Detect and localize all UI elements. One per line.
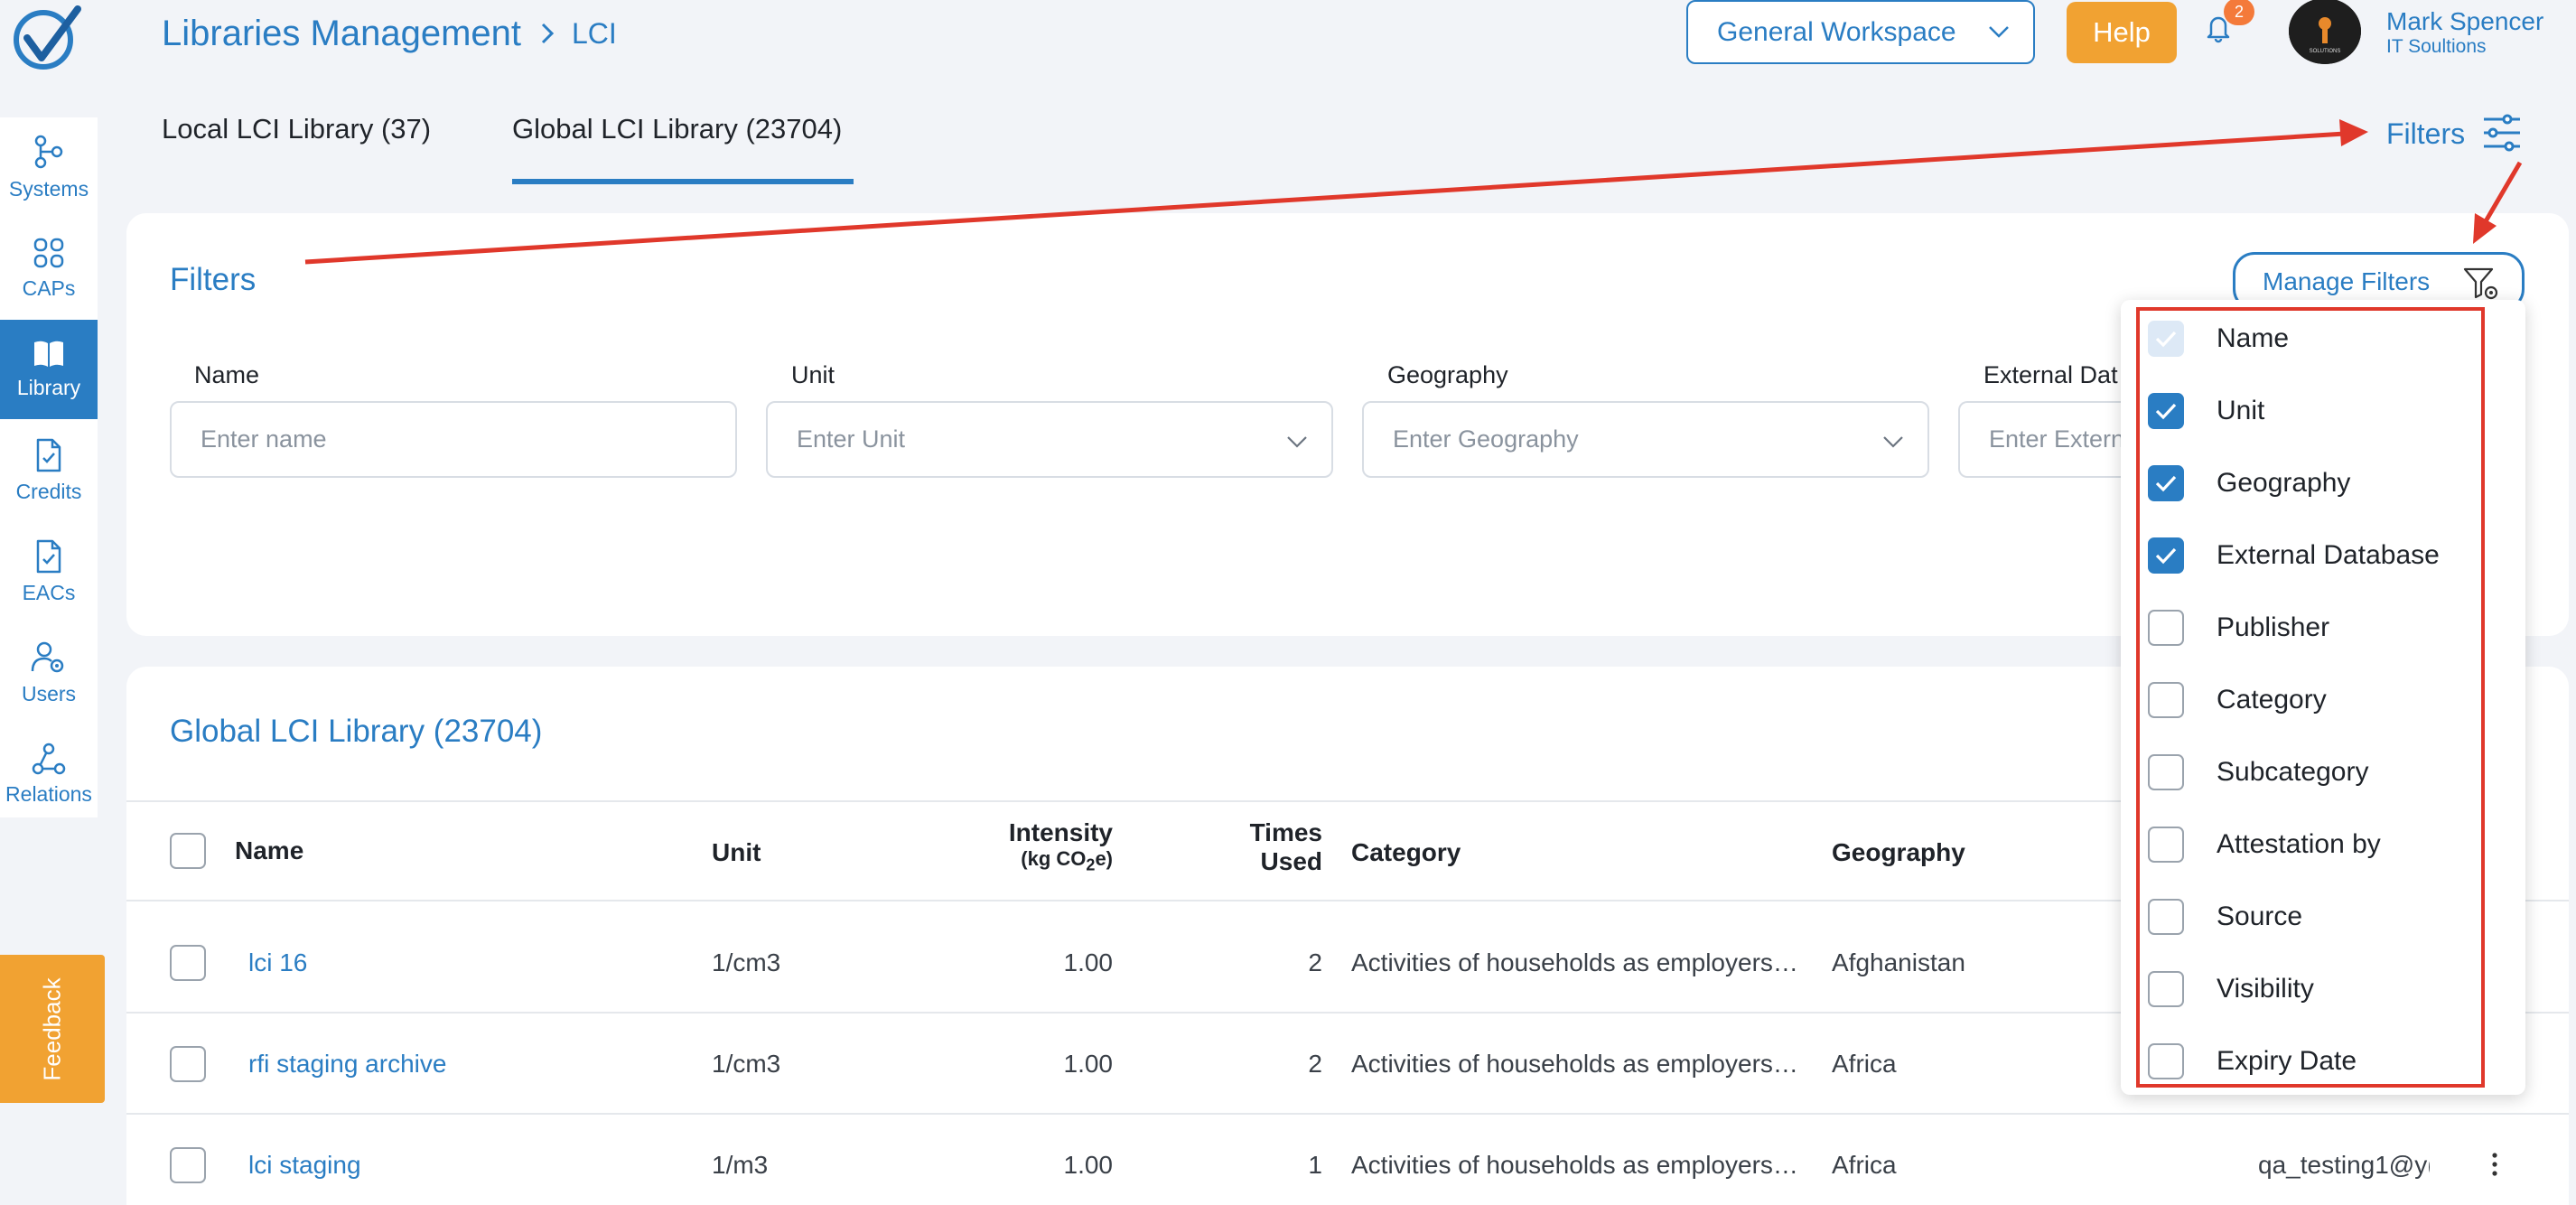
arrowhead (2339, 119, 2368, 146)
annotation-arrows (304, 119, 2523, 265)
arrow-to-filters-link (304, 131, 2346, 265)
arrow-to-manage-filters (2483, 161, 2523, 223)
arrowhead (2473, 213, 2497, 244)
